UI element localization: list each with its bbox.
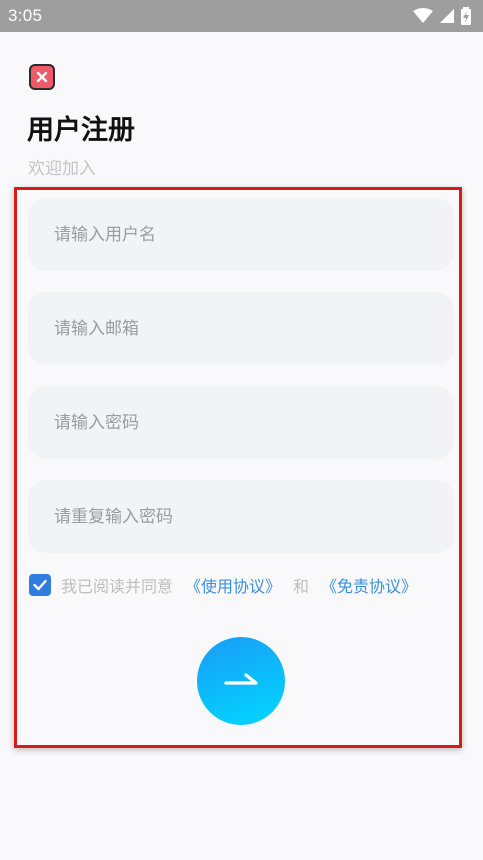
page-subtitle: 欢迎加入 <box>28 159 96 179</box>
password-field[interactable] <box>28 386 454 459</box>
confirm-password-input[interactable] <box>54 506 454 527</box>
disclaimer-link[interactable]: 《免责协议》 <box>321 573 417 597</box>
email-input[interactable] <box>54 318 454 339</box>
agreement-row: 我已阅读并同意 《使用协议》 和 《免责协议》 <box>29 573 417 597</box>
status-bar: 3:05 <box>0 0 483 32</box>
submit-button[interactable] <box>197 637 285 725</box>
username-field[interactable] <box>28 198 454 271</box>
battery-charging-icon <box>461 7 471 25</box>
agreement-text: 我已阅读并同意 <box>61 577 174 596</box>
confirm-password-field[interactable] <box>28 480 454 553</box>
page-title: 用户注册 <box>27 115 135 146</box>
password-input[interactable] <box>54 412 454 433</box>
agreement-and-text: 和 <box>293 577 310 596</box>
terms-link[interactable]: 《使用协议》 <box>185 573 281 597</box>
wifi-icon <box>413 8 433 24</box>
status-icons <box>413 7 471 25</box>
arrow-right-icon <box>224 671 258 691</box>
agreement-checkbox[interactable] <box>29 574 51 596</box>
status-time: 3:05 <box>8 6 43 25</box>
email-field[interactable] <box>28 292 454 365</box>
close-button[interactable] <box>29 64 55 90</box>
check-icon <box>33 579 47 591</box>
close-icon <box>36 68 48 87</box>
username-input[interactable] <box>54 224 454 245</box>
signal-icon <box>439 8 455 24</box>
